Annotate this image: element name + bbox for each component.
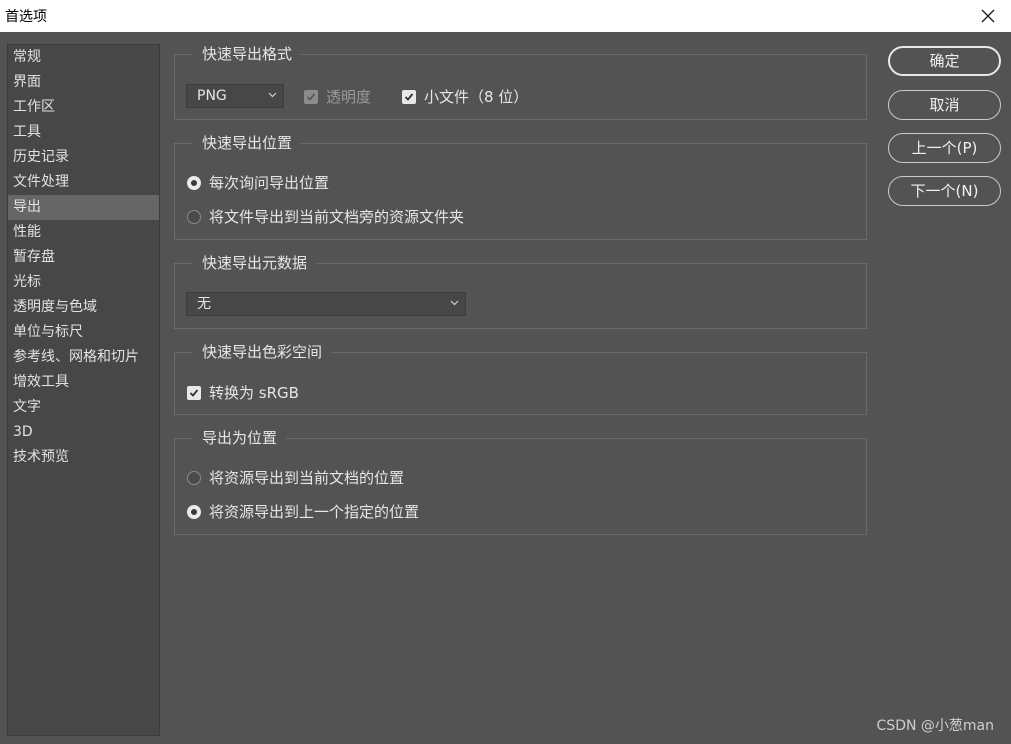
watermark: CSDN @小葱man <box>876 718 994 734</box>
export-to-document-location-radio[interactable]: 将资源导出到当前文档的位置 <box>187 467 404 488</box>
checkbox-box <box>402 89 416 104</box>
sidebar-item-general[interactable]: 常规 <box>8 45 159 70</box>
sidebar-item-tools[interactable]: 工具 <box>8 120 159 145</box>
sidebar-item-3d[interactable]: 3D <box>8 420 159 445</box>
radio-dot <box>187 209 201 224</box>
ask-location-label: 每次询问导出位置 <box>209 174 330 192</box>
export-to-assets-folder-label: 将文件导出到当前文档旁的资源文件夹 <box>209 208 465 226</box>
small-file-checkbox[interactable]: 小文件（8 位） <box>402 86 528 107</box>
sidebar-item-interface[interactable]: 界面 <box>8 70 159 95</box>
export-to-document-location-label: 将资源导出到当前文档的位置 <box>209 469 405 487</box>
quick-export-metadata-group: 快速导出元数据 无 <box>174 253 867 329</box>
category-sidebar: 常规 界面 工作区 工具 历史记录 文件处理 导出 性能 暂存盘 光标 透明度与… <box>7 44 160 736</box>
sidebar-item-transparency-gamut[interactable]: 透明度与色域 <box>8 295 159 320</box>
chevron-down-icon <box>268 92 277 98</box>
checkmark-icon <box>189 388 199 397</box>
format-select-value: PNG <box>197 88 227 104</box>
checkbox-box <box>187 385 201 400</box>
title-bar: 首选项 <box>0 0 1011 32</box>
export-to-last-location-label: 将资源导出到上一个指定的位置 <box>209 503 420 521</box>
radio-dot <box>187 504 201 519</box>
sidebar-item-tech-preview[interactable]: 技术预览 <box>8 445 159 470</box>
group-legend: 快速导出元数据 <box>193 253 317 273</box>
transparency-label: 透明度 <box>326 88 372 106</box>
group-legend: 快速导出位置 <box>193 133 302 153</box>
group-legend: 快速导出格式 <box>193 44 302 64</box>
convert-srgb-checkbox[interactable]: 转换为 sRGB <box>187 382 299 403</box>
sidebar-item-scratch-disks[interactable]: 暂存盘 <box>8 245 159 270</box>
previous-button[interactable]: 上一个(P) <box>888 133 1001 163</box>
ask-location-radio[interactable]: 每次询问导出位置 <box>187 172 329 193</box>
sidebar-item-workspace[interactable]: 工作区 <box>8 95 159 120</box>
chevron-down-icon <box>450 300 459 306</box>
next-button[interactable]: 下一个(N) <box>888 176 1001 206</box>
checkmark-icon <box>306 92 316 101</box>
ok-button[interactable]: 确定 <box>888 46 1001 76</box>
sidebar-item-plugins[interactable]: 增效工具 <box>8 370 159 395</box>
radio-dot <box>187 175 201 190</box>
quick-export-format-group: 快速导出格式 PNG 透明度 小文件（8 位） <box>174 44 867 120</box>
group-legend: 导出为位置 <box>193 428 287 448</box>
cancel-button[interactable]: 取消 <box>888 90 1001 120</box>
group-legend: 快速导出色彩空间 <box>193 342 332 362</box>
export-as-location-group: 导出为位置 将资源导出到当前文档的位置 将资源导出到上一个指定的位置 <box>174 428 867 535</box>
small-file-label: 小文件（8 位） <box>424 88 529 106</box>
sidebar-item-export[interactable]: 导出 <box>8 195 159 220</box>
checkmark-icon <box>404 92 414 101</box>
export-to-last-location-radio[interactable]: 将资源导出到上一个指定的位置 <box>187 501 419 522</box>
sidebar-item-history[interactable]: 历史记录 <box>8 145 159 170</box>
sidebar-item-type[interactable]: 文字 <box>8 395 159 420</box>
convert-srgb-label: 转换为 sRGB <box>209 384 299 402</box>
sidebar-item-performance[interactable]: 性能 <box>8 220 159 245</box>
sidebar-item-units-rulers[interactable]: 单位与标尺 <box>8 320 159 345</box>
quick-export-colorspace-group: 快速导出色彩空间 转换为 sRGB <box>174 342 867 415</box>
close-button[interactable] <box>965 0 1011 32</box>
transparency-checkbox[interactable]: 透明度 <box>304 86 371 107</box>
radio-dot <box>187 470 201 485</box>
format-select[interactable]: PNG <box>186 84 284 108</box>
metadata-select-value: 无 <box>197 296 211 312</box>
close-icon <box>981 9 995 23</box>
sidebar-item-cursors[interactable]: 光标 <box>8 270 159 295</box>
sidebar-item-file-handling[interactable]: 文件处理 <box>8 170 159 195</box>
checkbox-box <box>304 89 318 104</box>
export-to-assets-folder-radio[interactable]: 将文件导出到当前文档旁的资源文件夹 <box>187 206 464 227</box>
window-title: 首选项 <box>5 9 47 25</box>
quick-export-location-group: 快速导出位置 每次询问导出位置 将文件导出到当前文档旁的资源文件夹 <box>174 133 867 240</box>
sidebar-item-guides-grid-slices[interactable]: 参考线、网格和切片 <box>8 345 159 370</box>
metadata-select[interactable]: 无 <box>186 292 466 316</box>
